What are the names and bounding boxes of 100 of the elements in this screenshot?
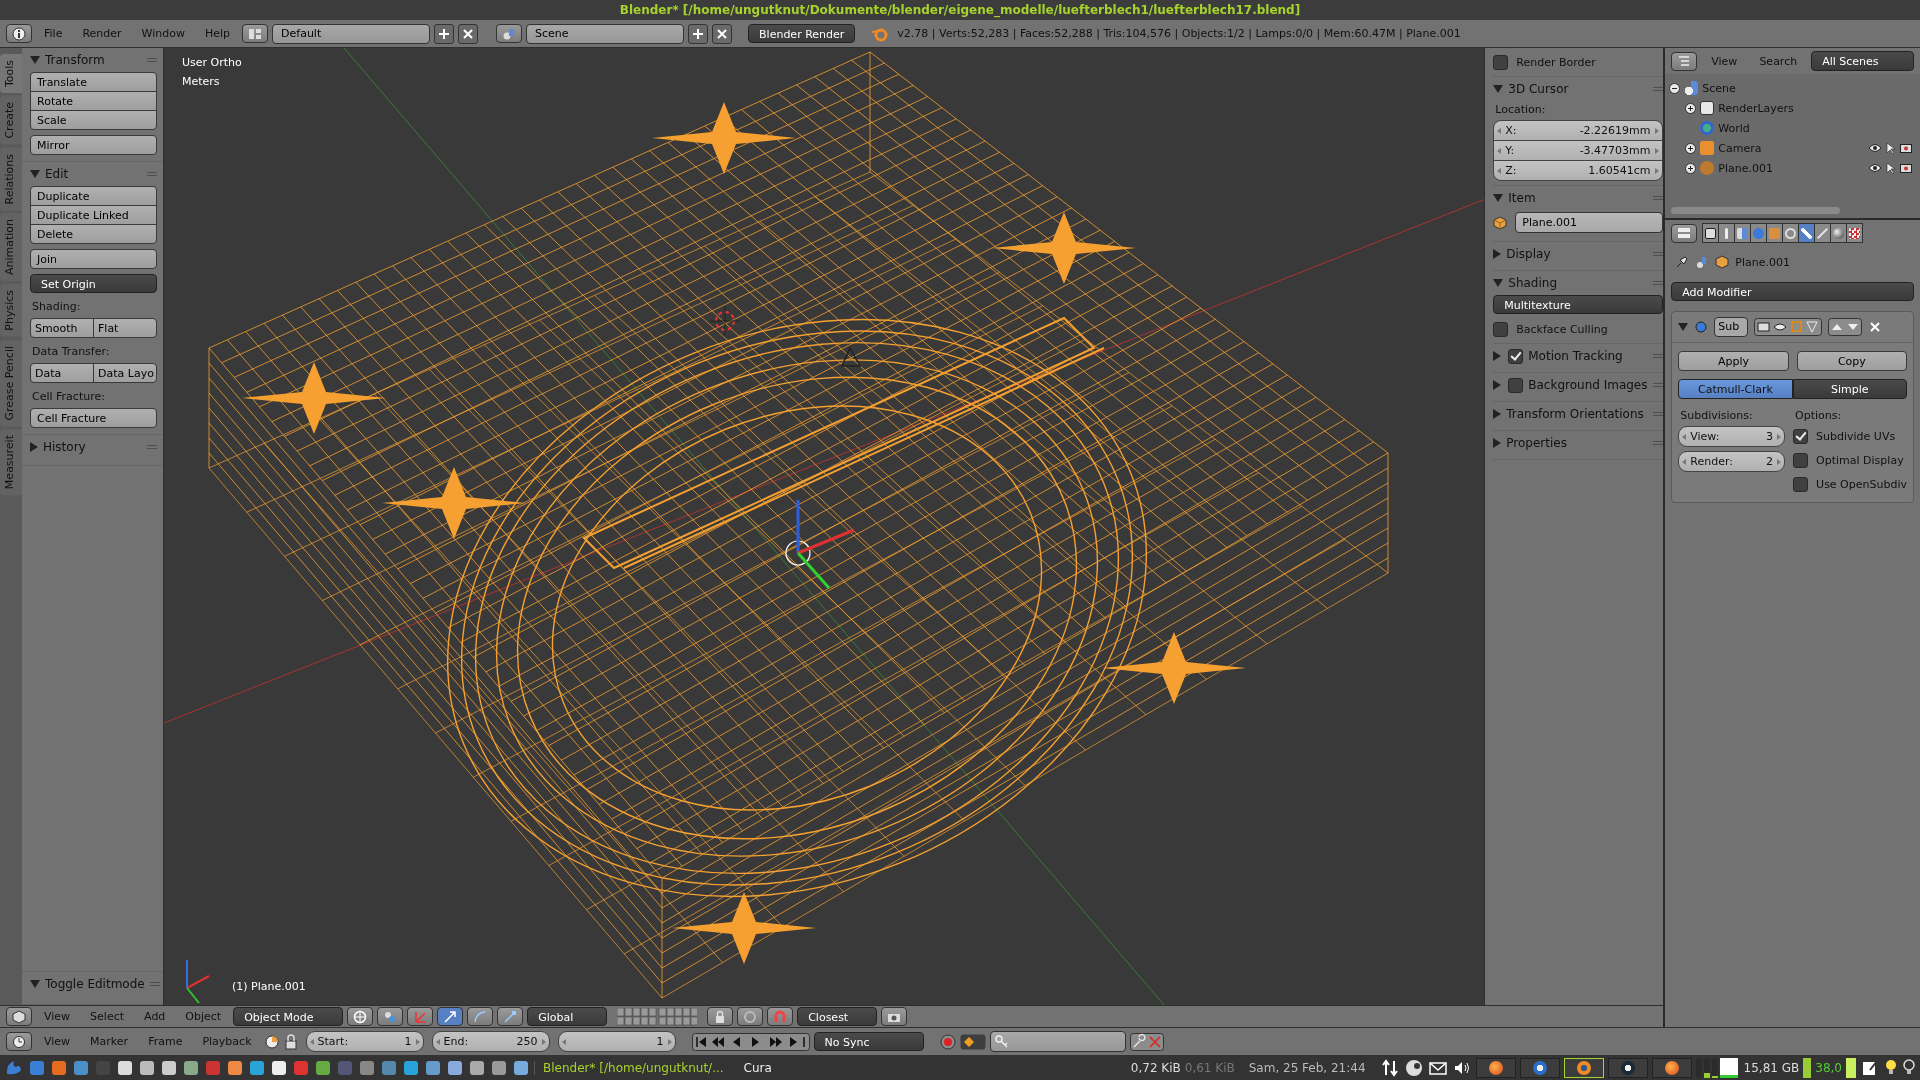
eye-icon[interactable] — [1868, 163, 1882, 173]
pivot-button[interactable] — [377, 1007, 404, 1026]
add-modifier-dropdown[interactable]: Add Modifier — [1671, 282, 1914, 301]
panel-title[interactable]: Toggle Editmode — [45, 977, 145, 991]
panel-title[interactable]: Background Images — [1528, 378, 1648, 392]
scene-button[interactable] — [496, 24, 523, 43]
checkbox[interactable] — [1493, 54, 1509, 70]
current-frame-field[interactable]: 1 — [557, 1031, 676, 1052]
coordinate-field[interactable]: X: -2.22619mm — [1493, 120, 1663, 141]
shading-dropdown[interactable]: Multitexture — [1493, 295, 1663, 314]
sync-mode-dropdown[interactable]: No Sync — [813, 1032, 924, 1051]
playback-controls-drawing[interactable] — [691, 1032, 810, 1051]
proportional-edit-button[interactable] — [737, 1007, 764, 1026]
keying-set-field[interactable] — [989, 1031, 1126, 1052]
tool-button[interactable]: Data — [30, 363, 94, 383]
expand-triangle-icon[interactable] — [30, 442, 38, 452]
record-icon[interactable] — [939, 1033, 956, 1050]
set-origin-dropdown[interactable]: Set Origin — [30, 274, 157, 293]
modifier-name-field[interactable]: Sub — [1714, 317, 1749, 337]
preview-range-icon[interactable] — [263, 1033, 280, 1050]
checkbox[interactable] — [1493, 321, 1509, 337]
panel-title[interactable]: Transform — [45, 53, 142, 67]
outliner-item[interactable]: Camera — [1718, 141, 1762, 155]
add-icon[interactable] — [688, 23, 709, 44]
expand-toggle-icon[interactable] — [1685, 162, 1697, 174]
drag-handle-icon[interactable] — [1652, 382, 1663, 388]
expand-triangle-icon[interactable] — [30, 170, 40, 178]
panel-title[interactable]: Shading — [1508, 276, 1648, 290]
expand-triangle-icon[interactable] — [1493, 409, 1502, 419]
add-icon[interactable] — [434, 23, 455, 44]
editor-type-button[interactable] — [1671, 51, 1698, 71]
subdivision-level-field[interactable]: View: 3 — [1678, 426, 1786, 447]
snap-target-dropdown[interactable]: Closest — [797, 1007, 878, 1026]
launcher-icon[interactable] — [161, 1059, 177, 1076]
tool-button[interactable]: Rotate — [30, 91, 157, 111]
expand-toggle-icon[interactable] — [1685, 142, 1697, 154]
subdivision-type-option[interactable]: Simple — [1792, 379, 1907, 399]
expand-toggle-icon[interactable] — [1669, 82, 1681, 94]
menu-item[interactable]: Help — [196, 27, 239, 40]
properties-tab[interactable] — [1846, 223, 1864, 243]
launcher-icon[interactable] — [403, 1059, 419, 1076]
launcher-icon[interactable] — [447, 1059, 463, 1076]
drag-handle-icon[interactable] — [1652, 440, 1663, 446]
launcher-icon[interactable] — [271, 1059, 287, 1076]
object-name-field[interactable]: Plane.001 — [1515, 212, 1663, 233]
checkbox[interactable] — [1508, 377, 1524, 393]
panel-title[interactable]: Properties — [1506, 436, 1648, 450]
taskbar-window-button[interactable]: Blender* [/home/ungutknut/... — [534, 1060, 732, 1075]
task-button[interactable] — [1519, 1057, 1560, 1078]
task-button[interactable] — [1607, 1057, 1648, 1078]
menu-item[interactable]: View — [1703, 54, 1746, 68]
shading-mode-button[interactable] — [347, 1007, 374, 1026]
mode-dropdown[interactable]: Object Mode — [233, 1007, 344, 1026]
transform-gizmo-icon[interactable] — [785, 500, 855, 589]
coordinate-field[interactable]: Z: 1.60541cm — [1493, 160, 1663, 181]
outliner-item[interactable]: Scene — [1702, 81, 1736, 95]
expand-triangle-icon[interactable] — [30, 980, 40, 988]
task-button[interactable] — [1475, 1057, 1516, 1078]
expand-triangle-icon[interactable] — [1493, 85, 1504, 93]
render-button[interactable] — [881, 1007, 908, 1026]
expand-triangle-icon[interactable] — [1493, 249, 1502, 259]
drag-handle-icon[interactable] — [1652, 251, 1663, 257]
scale-button[interactable] — [497, 1007, 524, 1026]
expand-triangle-icon[interactable] — [1493, 194, 1504, 202]
panel-title[interactable]: Edit — [45, 167, 142, 181]
panel-title[interactable]: Display — [1506, 247, 1648, 261]
tool-button[interactable]: Duplicate — [30, 186, 157, 206]
manipulator-button[interactable] — [407, 1007, 434, 1026]
drag-handle-icon[interactable] — [1652, 353, 1663, 359]
launcher-icon[interactable] — [139, 1059, 155, 1076]
menu-item[interactable]: View — [36, 1010, 79, 1023]
modifier-toggles-drawing[interactable] — [1754, 318, 1823, 336]
drag-handle-icon[interactable] — [149, 981, 160, 987]
menu-item[interactable]: Select — [82, 1010, 133, 1023]
panel-title[interactable]: Transform Orientations — [1506, 407, 1648, 421]
menu-item[interactable]: Marker — [82, 1035, 137, 1048]
rotate-button[interactable] — [467, 1007, 494, 1026]
scrollbar[interactable] — [1671, 207, 1840, 214]
expand-triangle-icon[interactable] — [30, 56, 40, 64]
screen-layout-button[interactable] — [242, 24, 269, 43]
launcher-icon[interactable] — [117, 1059, 133, 1076]
tool-button[interactable]: Delete — [30, 224, 157, 244]
menu-item[interactable]: Search — [1751, 54, 1806, 68]
launcher-icon[interactable] — [249, 1059, 265, 1076]
expand-toggle-icon[interactable] — [1685, 102, 1697, 114]
tool-button[interactable]: Data Layo — [93, 363, 157, 383]
tool-button[interactable]: Mirror — [30, 135, 157, 155]
drag-handle-icon[interactable] — [1652, 280, 1663, 286]
close-icon[interactable] — [712, 23, 733, 44]
close-icon[interactable] — [458, 23, 479, 44]
launcher-icon[interactable] — [183, 1059, 199, 1076]
expand-triangle-icon[interactable] — [1493, 438, 1502, 448]
copy-button[interactable]: Copy — [1796, 351, 1907, 371]
launcher-icon[interactable] — [227, 1059, 243, 1076]
tool-button[interactable]: Cell Fracture — [30, 408, 157, 428]
tool-button[interactable]: Join — [30, 249, 157, 269]
tool-button[interactable]: Translate — [30, 72, 157, 92]
outliner-item[interactable]: World — [1718, 121, 1750, 135]
menu-item[interactable]: Frame — [140, 1035, 191, 1048]
panel-title[interactable]: 3D Cursor — [1508, 82, 1648, 96]
